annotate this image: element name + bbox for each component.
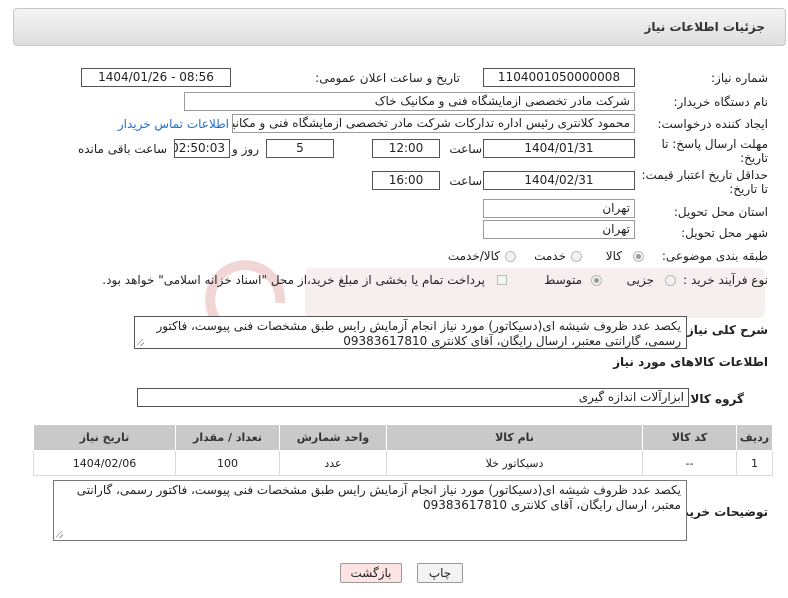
need-number-label: شماره نیاز: [711,71,768,85]
col-row-number: ردیف [736,424,773,451]
col-item-code: کد کالا [642,424,737,451]
buyer-notes-field: یکصد عدد ظروف شیشه ای(دسیکاتور) مورد نیا… [53,480,687,541]
goods-group-label: گروه کالا: [685,392,744,406]
buyer-contact-link[interactable]: اطلاعات تماس خریدار [118,117,229,131]
resize-handle-icon[interactable] [56,531,63,538]
general-description-text: یکصد عدد ظروف شیشه ای(دسیکاتور) مورد نیا… [156,319,682,348]
reply-deadline-date-field: 1404/01/31 [483,139,635,158]
category-radio-service[interactable] [571,251,582,262]
cell-row-number: 1 [736,450,773,476]
need-number-field: 1104001050000008 [483,68,635,87]
process-radio-minor[interactable] [665,275,676,286]
page-title: جزئیات اطلاعات نیاز [644,20,765,34]
category-option-service: خدمت [534,249,566,263]
requester-field: محمود کلانتری رئیس اداره تدارکات شرکت ما… [232,114,635,133]
category-label: طبقه بندی موضوعی: [661,249,768,263]
reply-deadline-time-field: 12:00 [372,139,440,158]
buyer-org-field: شرکت مادر تخصصی ازمایشگاه فنی و مکانیک خ… [184,92,635,111]
purchase-process-label: نوع فرآیند خرید : [683,273,768,287]
reply-days-field: 5 [266,139,334,158]
goods-section-title: اطلاعات کالاهای مورد نیاز [613,355,768,369]
goods-table-header: ردیف کد کالا نام کالا واحد شمارش تعداد /… [33,424,773,451]
col-quantity: تعداد / مقدار [175,424,280,451]
cell-need-date: 1404/02/06 [33,450,176,476]
category-radio-goods[interactable] [633,251,644,262]
category-option-goods: کالا [605,249,622,263]
requester-label: ایجاد کننده درخواست: [657,117,768,131]
reply-deadline-time-label: ساعت [449,142,482,156]
col-need-date: تاریخ نیاز [33,424,176,451]
reply-deadline-label: مهلت ارسال پاسخ: تا [661,137,768,151]
process-option-medium: متوسط [544,273,582,287]
general-description-label: شرح کلی نیاز: [682,323,768,337]
reply-days-label: روز و [232,142,259,156]
price-validity-time-field: 16:00 [372,171,440,190]
reply-deadline-label-date: تاریخ: [740,151,768,165]
delivery-city-label: شهر محل تحویل: [681,226,768,240]
announce-datetime-label: تاریخ و ساعت اعلان عمومی: [315,71,460,85]
table-row: 1 -- دسیکاتور خلا عدد 100 1404/02/06 [33,450,773,476]
remaining-time-field: 02:50:03 [174,139,230,158]
back-button[interactable]: بازگشت [340,563,402,583]
buyer-notes-text: یکصد عدد ظروف شیشه ای(دسیکاتور) مورد نیا… [76,483,681,512]
price-validity-label-date: تا تاریخ: [729,182,768,196]
cell-item-name: دسیکاتور خلا [386,450,643,476]
goods-table: ردیف کد کالا نام کالا واحد شمارش تعداد /… [33,424,773,476]
general-description-field: یکصد عدد ظروف شیشه ای(دسیکاتور) مورد نیا… [134,316,687,349]
process-option-minor: جزیی [626,273,654,287]
header-bar: جزئیات اطلاعات نیاز [13,8,786,46]
remaining-time-label: ساعت باقی مانده [77,142,167,156]
goods-group-field: ابزارآلات اندازه گیری [137,388,689,407]
delivery-city-field: تهران [483,220,635,239]
resize-handle-icon[interactable] [137,339,144,346]
price-validity-label: حداقل تاریخ اعتبار قیمت: [641,168,768,182]
delivery-province-label: استان محل تحویل: [673,205,768,219]
treasury-payment-note: پرداخت تمام یا بخشی از مبلغ خرید،از محل … [102,273,485,287]
cell-quantity: 100 [175,450,280,476]
cell-item-code: -- [642,450,737,476]
delivery-province-field: تهران [483,199,635,218]
print-button[interactable]: چاپ [417,563,463,583]
cell-unit: عدد [279,450,387,476]
col-unit: واحد شمارش [279,424,387,451]
announce-datetime-field: 1404/01/26 - 08:56 [81,68,231,87]
price-validity-time-label: ساعت [449,174,482,188]
price-validity-date-field: 1404/02/31 [483,171,635,190]
process-radio-medium[interactable] [591,275,602,286]
treasury-payment-checkbox[interactable] [497,275,507,285]
buyer-org-label: نام دستگاه خریدار: [673,95,769,109]
col-item-name: نام کالا [386,424,643,451]
category-radio-goods-service[interactable] [505,251,516,262]
category-option-goods-service: کالا/خدمت [447,249,500,263]
